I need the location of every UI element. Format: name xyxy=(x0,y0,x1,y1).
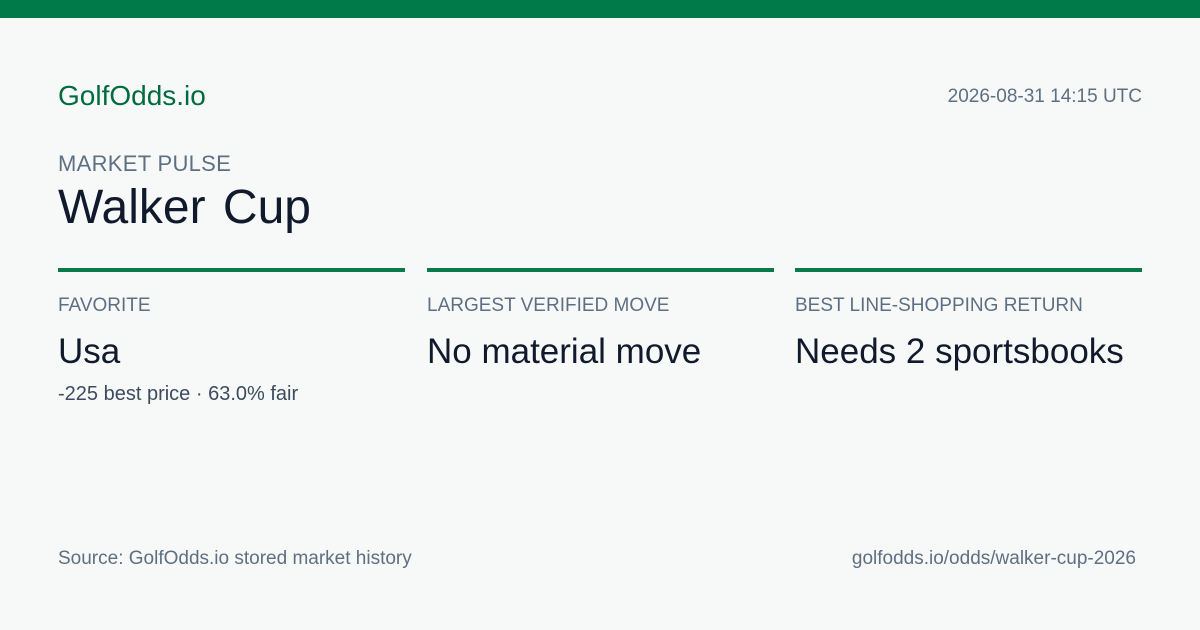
stat-value: Usa xyxy=(58,332,121,371)
stat-card-favorite: FAVORITE Usa -225 best price · 63.0% fai… xyxy=(58,268,405,406)
stat-card-line-shopping: BEST LINE-SHOPPING RETURN Needs 2 sports… xyxy=(795,268,1142,372)
section-eyebrow: MARKET PULSE xyxy=(58,151,232,176)
page-title: Walker Cup xyxy=(58,181,311,234)
stat-subtext: -225 best price · 63.0% fair xyxy=(58,383,299,405)
timestamp: 2026-08-31 14:15 UTC xyxy=(947,86,1142,107)
source-note: Source: GolfOdds.io stored market histor… xyxy=(58,548,412,569)
brand-logo[interactable]: GolfOdds.io xyxy=(58,79,206,113)
stat-value: Needs 2 sportsbooks xyxy=(795,332,1124,371)
top-accent-bar xyxy=(0,0,1200,18)
stat-card-largest-move: LARGEST VERIFIED MOVE No material move xyxy=(427,268,774,372)
stat-value: No material move xyxy=(427,332,702,371)
stat-label: BEST LINE-SHOPPING RETURN xyxy=(795,295,1083,316)
page-url[interactable]: golfodds.io/odds/walker-cup-2026 xyxy=(852,547,1136,571)
stat-label: LARGEST VERIFIED MOVE xyxy=(427,295,670,316)
stat-label: FAVORITE xyxy=(58,295,151,316)
